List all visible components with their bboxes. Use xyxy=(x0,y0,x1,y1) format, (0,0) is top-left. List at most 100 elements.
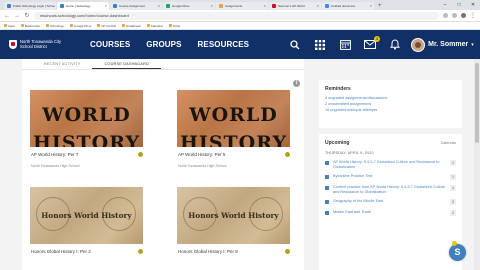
search-icon[interactable] xyxy=(289,39,301,51)
course-title[interactable]: Honors Global History I: Per 8 xyxy=(178,249,238,254)
close-icon[interactable]: ✕ xyxy=(157,2,160,10)
help-button[interactable]: S xyxy=(449,244,466,261)
window-close-icon[interactable]: ✕ xyxy=(466,0,480,10)
list-item[interactable]: AP World History: 5.4-5.7 Globalized Cul… xyxy=(325,160,456,169)
course-image[interactable]: WORLD HISTORY xyxy=(30,90,143,147)
list-item[interactable]: Geography of the Middle East 2 xyxy=(325,199,456,206)
reminder-link[interactable]: 4 ungraded assignments/discussions xyxy=(325,96,456,100)
header-icons: 3 xyxy=(289,35,401,51)
tab-course-dashboard[interactable]: COURSE DASHBOARD xyxy=(92,59,162,69)
list-item[interactable]: Byzantine Practice Test 1 xyxy=(325,174,456,181)
list-item[interactable]: Content practice from AP World History: … xyxy=(325,185,456,194)
extension-icon[interactable] xyxy=(452,13,457,18)
messages-icon[interactable]: 3 xyxy=(364,35,381,51)
main-content: RECENT ACTIVITY COURSE DASHBOARD i WORLD… xyxy=(22,59,304,270)
upcoming-panel: Upcoming Calendar THURSDAY, APRIL 9, 202… xyxy=(319,134,462,270)
bookmark-item[interactable]: Bookmarks xyxy=(20,24,40,28)
nav-courses[interactable]: COURSES xyxy=(90,40,130,49)
course-image-text: HISTORY xyxy=(179,132,288,147)
browser-tab[interactable]: Assignments ✕ xyxy=(216,2,268,10)
reload-icon[interactable]: ↻ xyxy=(24,12,30,19)
course-options-icon[interactable] xyxy=(285,249,290,254)
notifications-bell-icon[interactable] xyxy=(389,39,401,51)
close-icon[interactable]: ✕ xyxy=(263,2,266,10)
event-count: 1 xyxy=(450,185,456,192)
bookmark-item[interactable]: Apps xyxy=(4,24,15,28)
browser-tab[interactable]: Course Assignment ✕ xyxy=(110,2,162,10)
event-link[interactable]: AP World History: 5.4-5.7 Globalized Cul… xyxy=(333,160,447,169)
address-bar-row: ← → ↻ ntschools.schoology.com/home/cours… xyxy=(0,10,480,22)
user-menu[interactable]: Mr. Sommer ▾ xyxy=(411,37,474,52)
event-count: 1 xyxy=(450,174,456,181)
forward-icon[interactable]: → xyxy=(14,13,20,19)
course-card[interactable]: WORLD HISTORY AP World History: Per 7 No… xyxy=(30,90,143,168)
close-icon[interactable]: ✕ xyxy=(369,2,372,10)
browser-tab[interactable]: Google Drive ✕ xyxy=(163,2,215,10)
bookmark-item[interactable]: Other xyxy=(168,24,180,28)
event-link[interactable]: Content practice from AP World History: … xyxy=(333,185,447,194)
bookmark-item[interactable]: Schoology xyxy=(45,24,64,28)
new-tab-button[interactable]: + xyxy=(375,2,385,10)
back-icon[interactable]: ← xyxy=(4,13,10,19)
browser-tab[interactable]: Public Schoology Login | Schoo✕ xyxy=(4,2,56,10)
message-count-badge: 3 xyxy=(374,35,381,42)
extension-icon[interactable] xyxy=(443,13,448,18)
reminder-link[interactable]: 2 unsubmitted assignments xyxy=(325,102,456,106)
course-card[interactable]: Honors World History Honors Global Histo… xyxy=(30,187,143,254)
list-item[interactable]: Middle East and Trade 2 xyxy=(325,210,456,217)
profile-icon[interactable] xyxy=(461,13,466,18)
nav-resources[interactable]: RESOURCES xyxy=(198,40,250,49)
course-title[interactable]: AP World History: Per 7 xyxy=(31,152,78,157)
course-card[interactable]: WORLD HISTORY AP World History: Per 5 No… xyxy=(177,90,290,168)
district-logo[interactable]: North Tonawanda City School District xyxy=(9,39,64,49)
calendar-icon[interactable] xyxy=(339,39,351,51)
upcoming-header: Upcoming Calendar xyxy=(325,140,456,146)
bookmark-item[interactable]: AP Central xyxy=(97,24,116,28)
apps-grid-icon[interactable] xyxy=(314,39,326,51)
avatar xyxy=(411,37,426,52)
event-link[interactable]: Middle East and Trade xyxy=(333,210,447,215)
event-link[interactable]: Geography of the Middle East xyxy=(333,199,447,204)
bookmark-item[interactable]: Google Drive xyxy=(69,24,91,28)
assignment-icon xyxy=(325,210,329,215)
app-header: North Tonawanda City School District COU… xyxy=(0,30,480,59)
course-image[interactable]: WORLD HISTORY xyxy=(177,90,290,147)
browser-tab[interactable]: Untitled document ✕ xyxy=(322,2,374,10)
bookmark-item[interactable]: Gradebook xyxy=(121,24,141,28)
browser-tab-strip: Public Schoology Login | Schoo✕ Home | S… xyxy=(0,0,480,10)
browser-tab-active[interactable]: Home | Schoology ✕ xyxy=(57,2,109,10)
maximize-icon[interactable]: □ xyxy=(452,0,466,10)
close-icon[interactable]: ✕ xyxy=(316,2,319,10)
bookmark-item[interactable]: Calendar xyxy=(146,24,163,28)
course-options-icon[interactable] xyxy=(138,249,143,254)
course-image[interactable]: Honors World History xyxy=(30,187,143,244)
browser-menu-icon[interactable]: ⋮ xyxy=(470,12,476,19)
reminder-link[interactable]: 16 ungraded test/quiz attempts xyxy=(325,108,456,112)
bookmarks-bar: Apps Bookmarks Schoology Google Drive AP… xyxy=(0,22,480,30)
course-card[interactable]: Honors World History Honors Global Histo… xyxy=(177,187,290,254)
upcoming-date: THURSDAY, APRIL 9, 2020 xyxy=(325,151,374,155)
course-title-row: Honors Global History I: Per 8 xyxy=(177,249,290,254)
course-title[interactable]: Honors Global History I: Per 2 xyxy=(31,249,91,254)
nav-groups[interactable]: GROUPS xyxy=(146,40,181,49)
scrollbar-thumb[interactable] xyxy=(475,63,479,143)
url-input[interactable]: ntschools.schoology.com/home/course-dash… xyxy=(34,11,439,20)
course-school: North Tonawanda High School xyxy=(178,164,227,168)
course-title[interactable]: AP World History: Per 5 xyxy=(178,152,225,157)
site-favicon-icon xyxy=(272,4,276,8)
assignment-favicon-icon xyxy=(219,4,223,8)
event-link[interactable]: Byzantine Practice Test xyxy=(333,174,447,179)
close-icon[interactable]: ✕ xyxy=(210,2,213,10)
shield-icon xyxy=(9,40,17,49)
close-icon[interactable]: ✕ xyxy=(104,2,107,10)
tab-recent-activity[interactable]: RECENT ACTIVITY xyxy=(32,59,92,69)
course-options-icon[interactable] xyxy=(138,152,143,157)
browser-tab[interactable]: Sommer's AP World ✕ xyxy=(269,2,321,10)
course-options-icon[interactable] xyxy=(285,152,290,157)
info-icon[interactable]: i xyxy=(293,80,300,87)
schoology-favicon-icon xyxy=(7,4,11,8)
minimize-icon[interactable]: – xyxy=(438,0,452,10)
page-scrollbar[interactable] xyxy=(474,59,480,270)
calendar-link[interactable]: Calendar xyxy=(441,141,456,145)
course-image[interactable]: Honors World History xyxy=(177,187,290,244)
